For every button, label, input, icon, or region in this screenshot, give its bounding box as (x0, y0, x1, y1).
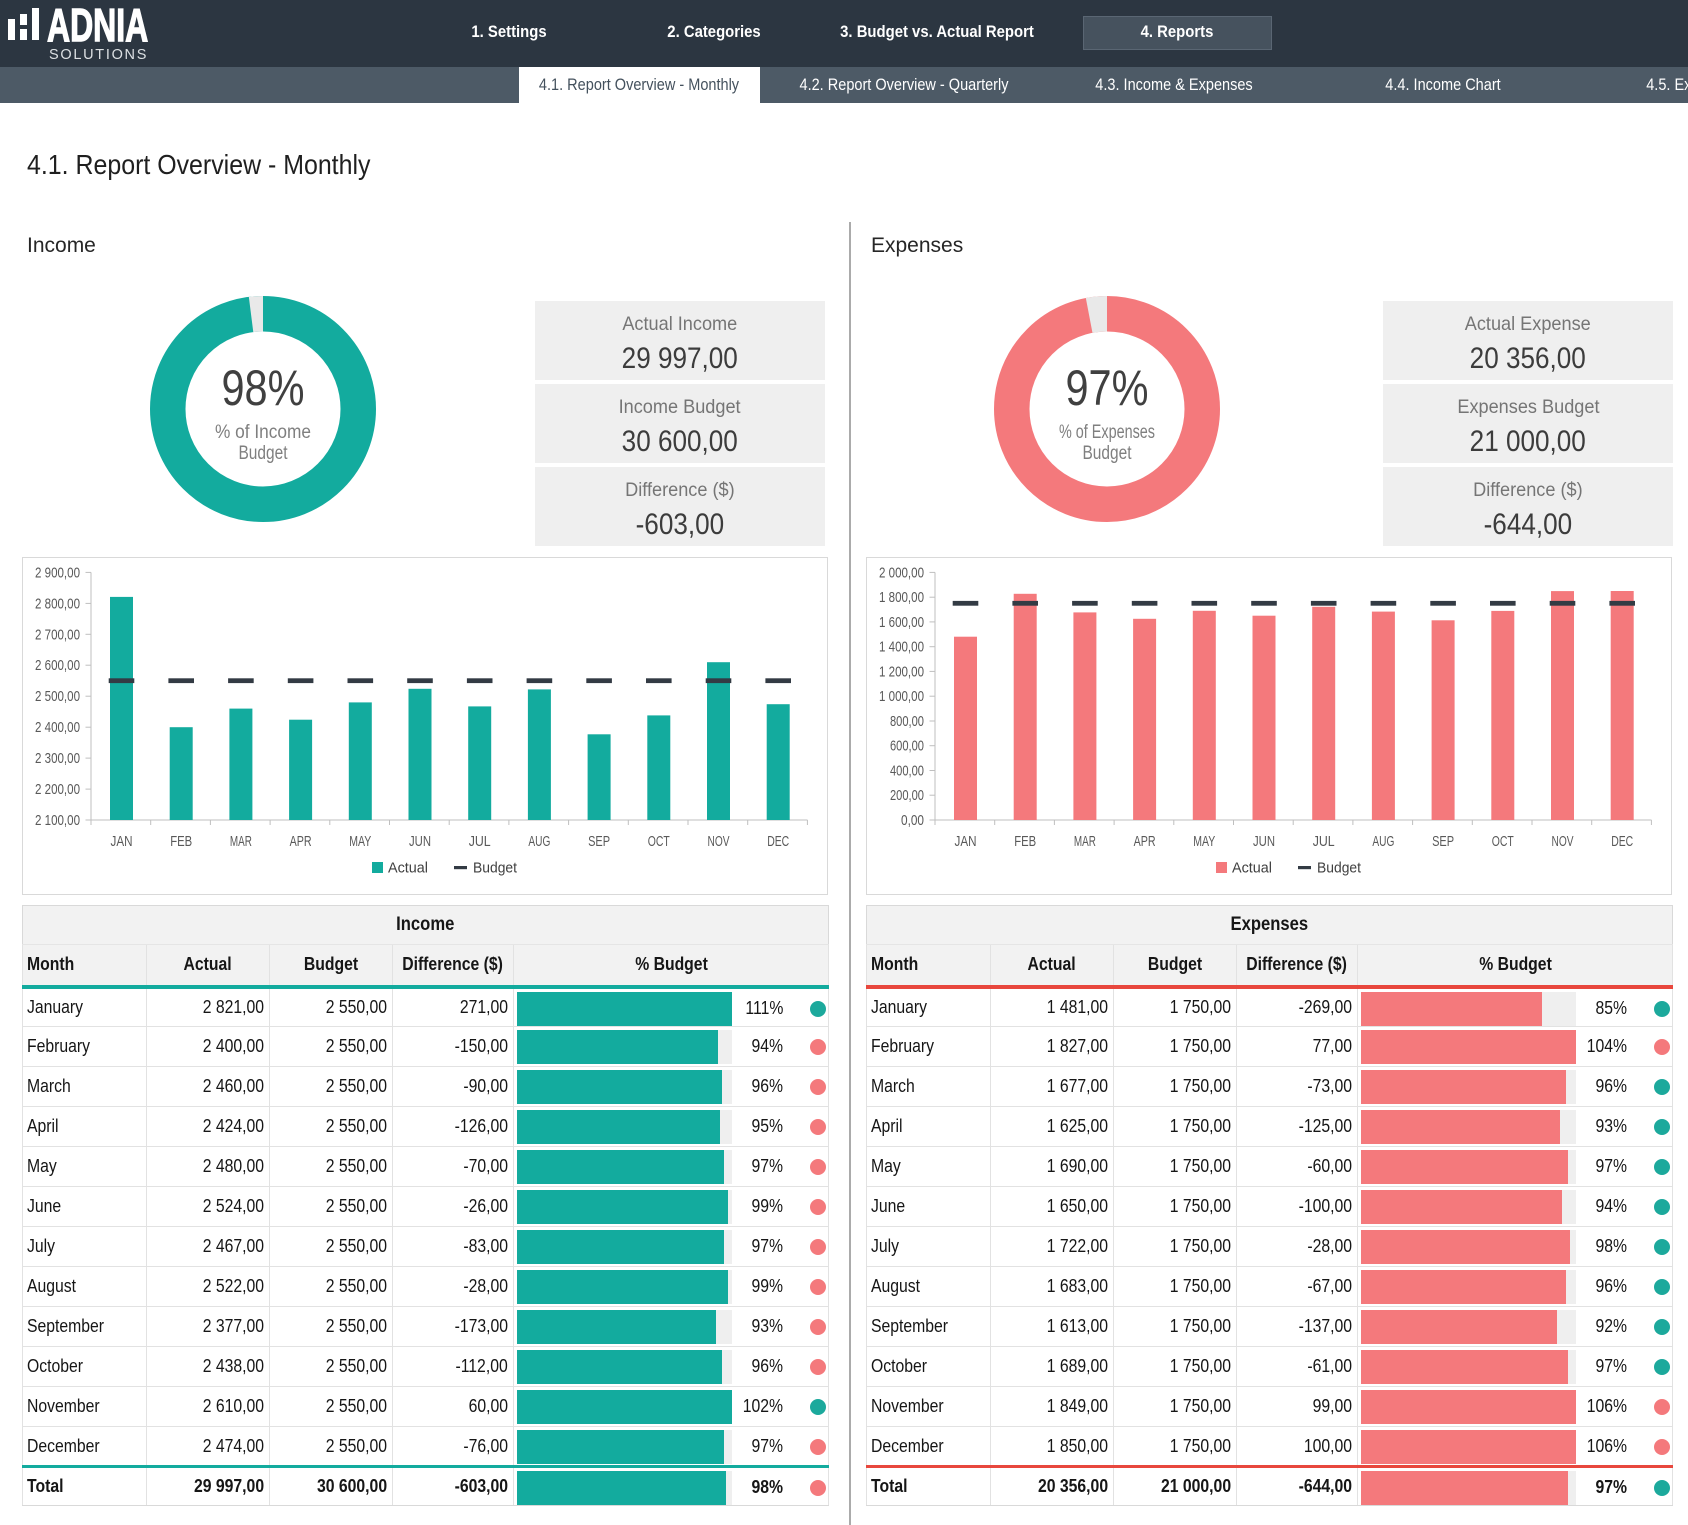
svg-text:JUL: JUL (1313, 833, 1335, 850)
svg-text:MAY: MAY (1193, 833, 1215, 850)
svg-text:2 100,00: 2 100,00 (35, 812, 80, 829)
svg-text:Budget: Budget (1083, 443, 1133, 464)
svg-text:JAN: JAN (111, 833, 133, 850)
svg-text:MAY: MAY (349, 833, 371, 850)
svg-text:JUN: JUN (409, 833, 431, 850)
svg-text:SEP: SEP (588, 833, 610, 850)
svg-text:OCT: OCT (1492, 833, 1514, 850)
svg-text:FEB: FEB (170, 833, 192, 850)
svg-text:AUG: AUG (528, 833, 550, 850)
svg-text:Actual: Actual (388, 860, 428, 877)
svg-text:2 500,00: 2 500,00 (35, 688, 80, 705)
svg-text:DEC: DEC (767, 833, 789, 850)
svg-text:JAN: JAN (955, 833, 977, 850)
svg-text:APR: APR (1134, 833, 1156, 850)
svg-text:1 200,00: 1 200,00 (879, 663, 924, 680)
svg-text:2 300,00: 2 300,00 (35, 750, 80, 767)
svg-text:JUN: JUN (1253, 833, 1275, 850)
svg-text:Budget: Budget (1317, 860, 1362, 877)
svg-text:400,00: 400,00 (890, 763, 924, 780)
svg-text:800,00: 800,00 (890, 713, 924, 730)
svg-text:2 400,00: 2 400,00 (35, 719, 80, 736)
svg-text:AUG: AUG (1372, 833, 1394, 850)
svg-text:200,00: 200,00 (890, 787, 924, 804)
svg-text:1 400,00: 1 400,00 (879, 639, 924, 656)
svg-text:Actual: Actual (1232, 860, 1272, 877)
svg-text:% of Income: % of Income (215, 422, 311, 443)
svg-text:2 700,00: 2 700,00 (35, 626, 80, 643)
svg-text:2 900,00: 2 900,00 (35, 564, 80, 581)
svg-text:0,00: 0,00 (901, 812, 924, 829)
svg-text:% of Expenses: % of Expenses (1059, 422, 1155, 443)
svg-text:NOV: NOV (708, 833, 730, 850)
svg-text:97%: 97% (1066, 360, 1149, 416)
svg-text:MAR: MAR (230, 833, 252, 850)
svg-text:Budget: Budget (473, 860, 518, 877)
svg-text:600,00: 600,00 (890, 738, 924, 755)
svg-text:SEP: SEP (1432, 833, 1454, 850)
svg-text:2 600,00: 2 600,00 (35, 657, 80, 674)
svg-text:MAR: MAR (1074, 833, 1096, 850)
svg-text:1 600,00: 1 600,00 (879, 614, 924, 631)
svg-text:APR: APR (290, 833, 312, 850)
svg-text:Budget: Budget (239, 443, 289, 464)
svg-text:FEB: FEB (1014, 833, 1036, 850)
svg-text:98%: 98% (222, 360, 305, 416)
svg-text:2 000,00: 2 000,00 (879, 564, 924, 581)
svg-text:DEC: DEC (1611, 833, 1633, 850)
svg-text:JUL: JUL (469, 833, 491, 850)
svg-text:1 800,00: 1 800,00 (879, 589, 924, 606)
svg-text:2 200,00: 2 200,00 (35, 781, 80, 798)
svg-text:NOV: NOV (1552, 833, 1574, 850)
svg-text:2 800,00: 2 800,00 (35, 595, 80, 612)
svg-text:OCT: OCT (648, 833, 670, 850)
svg-text:1 000,00: 1 000,00 (879, 688, 924, 705)
